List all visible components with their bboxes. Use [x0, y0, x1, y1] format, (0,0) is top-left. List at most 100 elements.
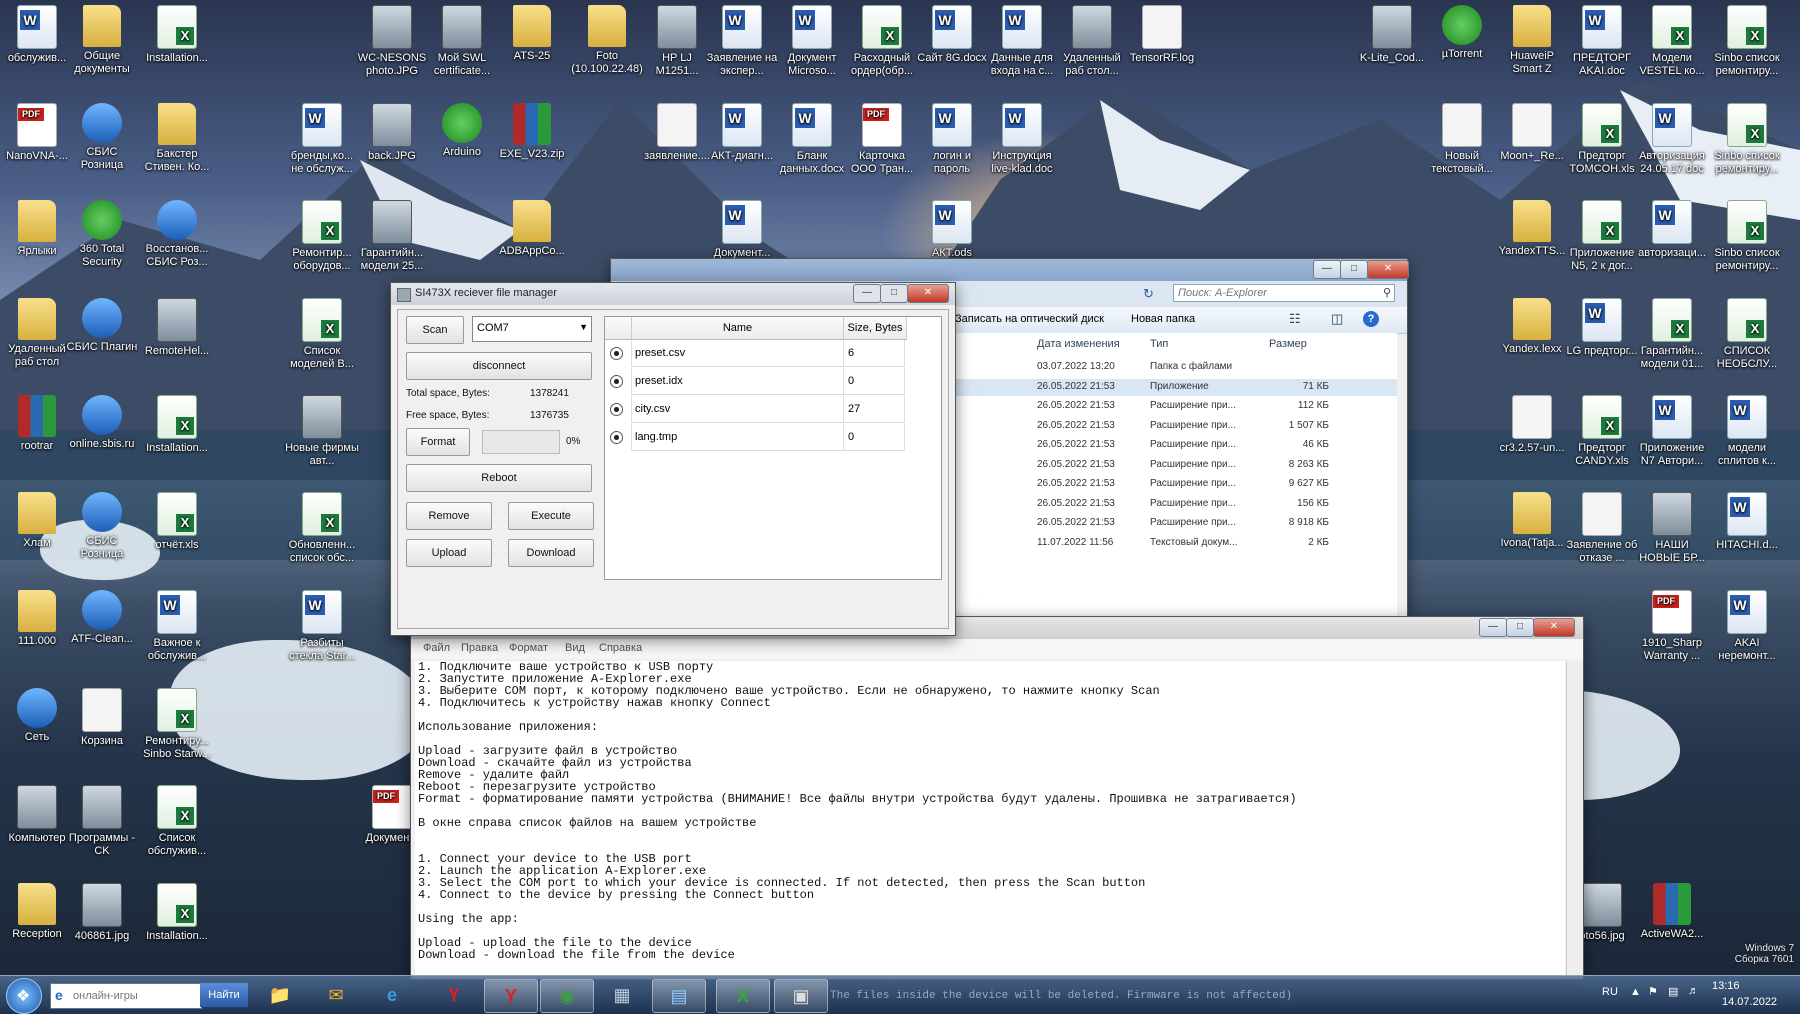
col-size[interactable]: Размер: [1269, 338, 1307, 350]
desktop-icon[interactable]: логин и пароль: [915, 103, 989, 176]
desktop-icon[interactable]: Sinbo список ремонтиру...: [1710, 5, 1784, 78]
clock-date[interactable]: 14.07.2022: [1722, 996, 1777, 1008]
excel-taskbar-button[interactable]: X: [716, 979, 770, 1013]
minimize-button[interactable]: —: [853, 284, 881, 303]
desktop-icon[interactable]: Гарантийн... модели 25...: [355, 200, 429, 273]
desktop-icon[interactable]: СБИС Розница: [65, 492, 139, 561]
desktop-icon[interactable]: Список обслужив...: [140, 785, 214, 858]
desktop-icon[interactable]: Приложение N5, 2 к дог...: [1565, 200, 1639, 273]
desktop-icon[interactable]: модели сплитов к...: [1710, 395, 1784, 468]
clock-time[interactable]: 13:16: [1712, 980, 1740, 992]
yandex-taskbar-button[interactable]: Y: [428, 979, 480, 1011]
desktop-icon[interactable]: Корзина: [65, 688, 139, 748]
col-size[interactable]: Size, Bytes: [844, 317, 907, 340]
desktop-icon[interactable]: Восстанов... СБИС Роз...: [140, 200, 214, 269]
maximize-button[interactable]: □: [1506, 618, 1534, 637]
desktop-icon[interactable]: Важное к обслужив...: [140, 590, 214, 663]
desktop-icon[interactable]: Заявление на экспер...: [705, 5, 779, 78]
desktop-icon[interactable]: ADBAppCo...: [495, 200, 569, 258]
desktop-icon[interactable]: Гарантийн... модели 01...: [1635, 298, 1709, 371]
desktop-icon[interactable]: Мой SWL certificate...: [425, 5, 499, 78]
row-radio[interactable]: [610, 347, 623, 360]
lang-indicator[interactable]: RU: [1602, 986, 1618, 998]
desktop-icon[interactable]: НАШИ НОВЫЕ БР...: [1635, 492, 1709, 565]
desktop-icon[interactable]: обслужив...: [0, 5, 74, 65]
desktop-icon[interactable]: Приложение N7 Автори...: [1635, 395, 1709, 468]
desktop-icon[interactable]: заявление....: [640, 103, 714, 163]
network-taskbar-button[interactable]: ▦: [596, 979, 648, 1011]
col-name[interactable]: Name: [632, 317, 844, 340]
file-row[interactable]: lang.tmp 0: [605, 424, 941, 452]
menu-item[interactable]: Правка: [461, 642, 498, 654]
col-type[interactable]: Тип: [1150, 338, 1168, 350]
desktop-icon[interactable]: Документ...: [705, 200, 779, 260]
desktop-icon[interactable]: Ivona(Tatja...: [1495, 492, 1569, 550]
desktop-icon[interactable]: 360 Total Security: [65, 200, 139, 269]
flag-icon[interactable]: ⚑: [1648, 985, 1658, 998]
vertical-scrollbar[interactable]: [1566, 661, 1583, 979]
row-radio[interactable]: [610, 431, 623, 444]
file-row[interactable]: city.csv 27: [605, 396, 941, 424]
desktop-icon[interactable]: EXE_V23.zip: [495, 103, 569, 161]
search-input[interactable]: [1173, 284, 1395, 302]
desktop-icon[interactable]: Arduino: [425, 103, 499, 159]
file-row[interactable]: preset.idx 0: [605, 368, 941, 396]
desktop-icon[interactable]: Компьютер: [0, 785, 74, 845]
desktop-icon[interactable]: Хлам: [0, 492, 74, 550]
refresh-icon[interactable]: ↻: [1143, 286, 1159, 302]
desktop-icon[interactable]: YandexTTS...: [1495, 200, 1569, 258]
desktop-icon[interactable]: Sinbo список ремонтиру...: [1710, 103, 1784, 176]
desktop-icon[interactable]: СБИС Розница: [65, 103, 139, 172]
desktop-icon[interactable]: Moon+_Re...: [1495, 103, 1569, 163]
desktop-icon[interactable]: TensorRF.log: [1125, 5, 1199, 65]
desktop-icon[interactable]: Ремонтир... оборудов...: [285, 200, 359, 273]
disconnect-button[interactable]: disconnect: [406, 352, 592, 380]
desktop-icon[interactable]: Сайт 8G.docx: [915, 5, 989, 65]
row-radio[interactable]: [610, 403, 623, 416]
notepad-taskbar-button[interactable]: ▤: [652, 979, 706, 1013]
preview-pane-icon[interactable]: ◫: [1331, 311, 1343, 327]
desktop-icon[interactable]: 1910_Sharp Warranty ...: [1635, 590, 1709, 663]
ie-taskbar-button[interactable]: e: [366, 979, 418, 1011]
desktop-icon[interactable]: Данные для входа на с...: [985, 5, 1059, 78]
desktop-icon[interactable]: back.JPG: [355, 103, 429, 163]
desktop-icon[interactable]: Авторизация 24.05.17.doc: [1635, 103, 1709, 176]
close-button[interactable]: ✕: [1367, 260, 1409, 279]
desktop-icon[interactable]: СПИСОК НЕОБСЛУ...: [1710, 298, 1784, 371]
desktop-icon[interactable]: СБИС Плагин: [65, 298, 139, 354]
desktop-icon[interactable]: Бакстер Стивен. Ко...: [140, 103, 214, 174]
desktop-icon[interactable]: HP LJ M1251...: [640, 5, 714, 78]
desktop-icon[interactable]: Reception: [0, 883, 74, 941]
menu-item[interactable]: Файл: [423, 642, 450, 654]
desktop-icon[interactable]: online.sbis.ru: [65, 395, 139, 451]
desktop-icon[interactable]: cr3.2.57-un...: [1495, 395, 1569, 455]
desktop-icon[interactable]: Бланк данных.docx: [775, 103, 849, 176]
port-select[interactable]: COM7 ▼: [472, 316, 592, 342]
desktop-icon[interactable]: бренды,ко... не обслуж...: [285, 103, 359, 176]
menu-item[interactable]: Вид: [565, 642, 585, 654]
globe-taskbar-button[interactable]: ◉: [540, 979, 594, 1013]
remove-button[interactable]: Remove: [406, 502, 492, 530]
burn-disc-button[interactable]: Записать на оптический диск: [955, 313, 1104, 325]
desktop-icon[interactable]: AKAI неремонт...: [1710, 590, 1784, 663]
volume-icon[interactable]: ♬: [1688, 985, 1699, 997]
desktop-icon[interactable]: Карточка ООО Тран...: [845, 103, 919, 176]
desktop-icon[interactable]: Удаленный раб стол...: [1055, 5, 1129, 78]
desktop-icon[interactable]: Инструкция live-klad.doc: [985, 103, 1059, 176]
si473x-window[interactable]: SI473X reciever file manager — □ ✕ Scan …: [390, 282, 956, 636]
desktop-icon[interactable]: ПРЕДТОРГ AKAI.doc: [1565, 5, 1639, 78]
desktop-icon[interactable]: Новые фирмы авт...: [285, 395, 359, 468]
desktop-icon[interactable]: Документ Microso...: [775, 5, 849, 78]
desktop-icon[interactable]: Расходный ордер(обр...: [845, 5, 919, 78]
desktop-icon[interactable]: Программы -CK: [65, 785, 139, 858]
desktop-icon[interactable]: авторизаци...: [1635, 200, 1709, 260]
desktop-icon[interactable]: ATF-Clean...: [65, 590, 139, 646]
desktop-icon[interactable]: отчёт.xls: [140, 492, 214, 552]
desktop-icon[interactable]: µTorrent: [1425, 5, 1499, 61]
scan-button[interactable]: Scan: [406, 316, 464, 344]
desktop-icon[interactable]: 406861.jpg: [65, 883, 139, 943]
desktop-icon[interactable]: Новый текстовый...: [1425, 103, 1499, 176]
desktop-icon[interactable]: Список моделей В...: [285, 298, 359, 371]
desktop-icon[interactable]: Обновленн... список обс...: [285, 492, 359, 565]
explorer-taskbar-button[interactable]: 📁: [254, 979, 306, 1011]
